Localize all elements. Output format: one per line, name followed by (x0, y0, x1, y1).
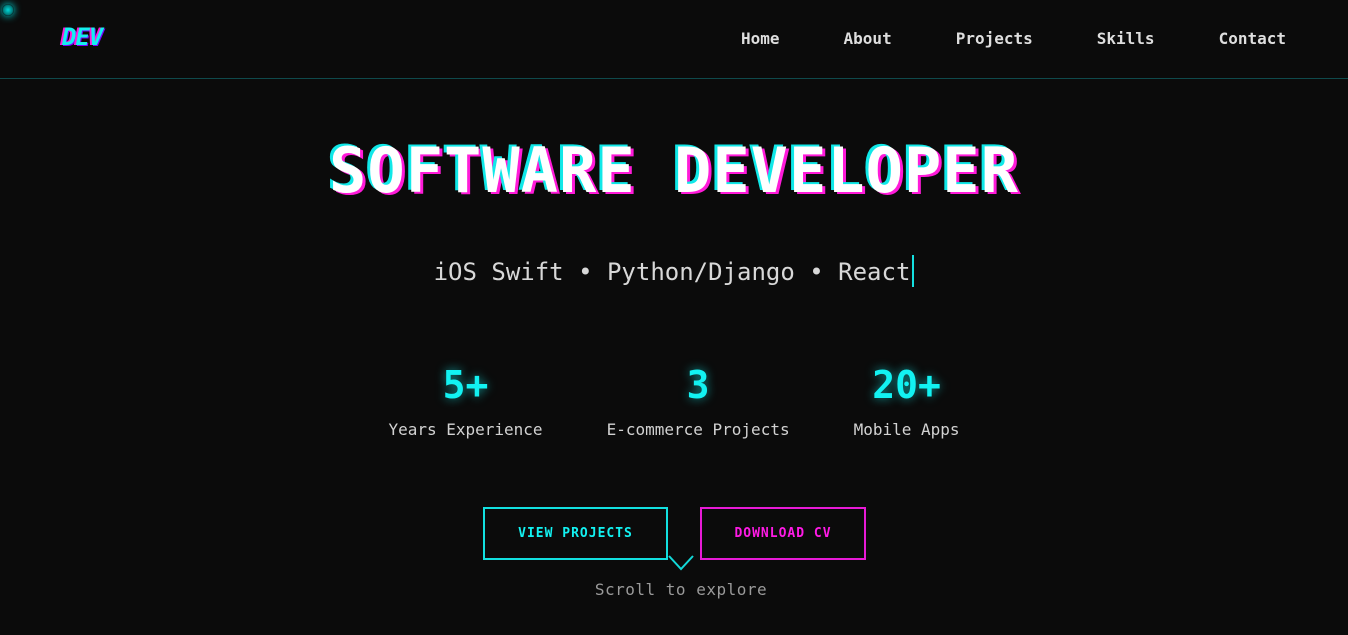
typing-caret (912, 255, 915, 287)
hero-subtitle: iOS Swift • Python/Django • React (0, 255, 1348, 287)
nav-link-about[interactable]: About (844, 29, 892, 48)
logo[interactable]: DEV (62, 23, 103, 51)
stat-label: E-commerce Projects (606, 420, 790, 439)
nav-link-projects[interactable]: Projects (956, 29, 1033, 48)
hero-title: SOFTWARE DEVELOPER (329, 134, 1019, 207)
stat-years: 5+ Years Experience (388, 360, 542, 439)
main-nav: Home About Projects Skills Contact (677, 29, 1286, 48)
view-projects-button[interactable]: VIEW PROJECTS (483, 507, 668, 560)
nav-link-home[interactable]: Home (741, 29, 780, 48)
stat-value: 5+ (442, 363, 489, 407)
nav-link-skills[interactable]: Skills (1097, 29, 1155, 48)
stats-row: 5+ Years Experience 3 E-commerce Project… (0, 360, 1348, 439)
site-header: DEV Home About Projects Skills Contact (0, 0, 1348, 79)
download-cv-button[interactable]: DOWNLOAD CV (700, 507, 866, 560)
stat-label: Years Experience (388, 420, 543, 439)
chevron-down-icon[interactable] (668, 553, 694, 573)
stat-value: 20+ (872, 363, 941, 407)
hero-subtitle-text: iOS Swift • Python/Django • React (433, 258, 911, 286)
nav-link-contact[interactable]: Contact (1219, 29, 1286, 48)
stat-label: Mobile Apps (853, 420, 960, 439)
stat-mobile: 20+ Mobile Apps (854, 360, 960, 439)
stat-ecommerce: 3 E-commerce Projects (607, 360, 790, 439)
scroll-hint: Scroll to explore (594, 580, 768, 599)
stat-value: 3 (686, 363, 710, 407)
